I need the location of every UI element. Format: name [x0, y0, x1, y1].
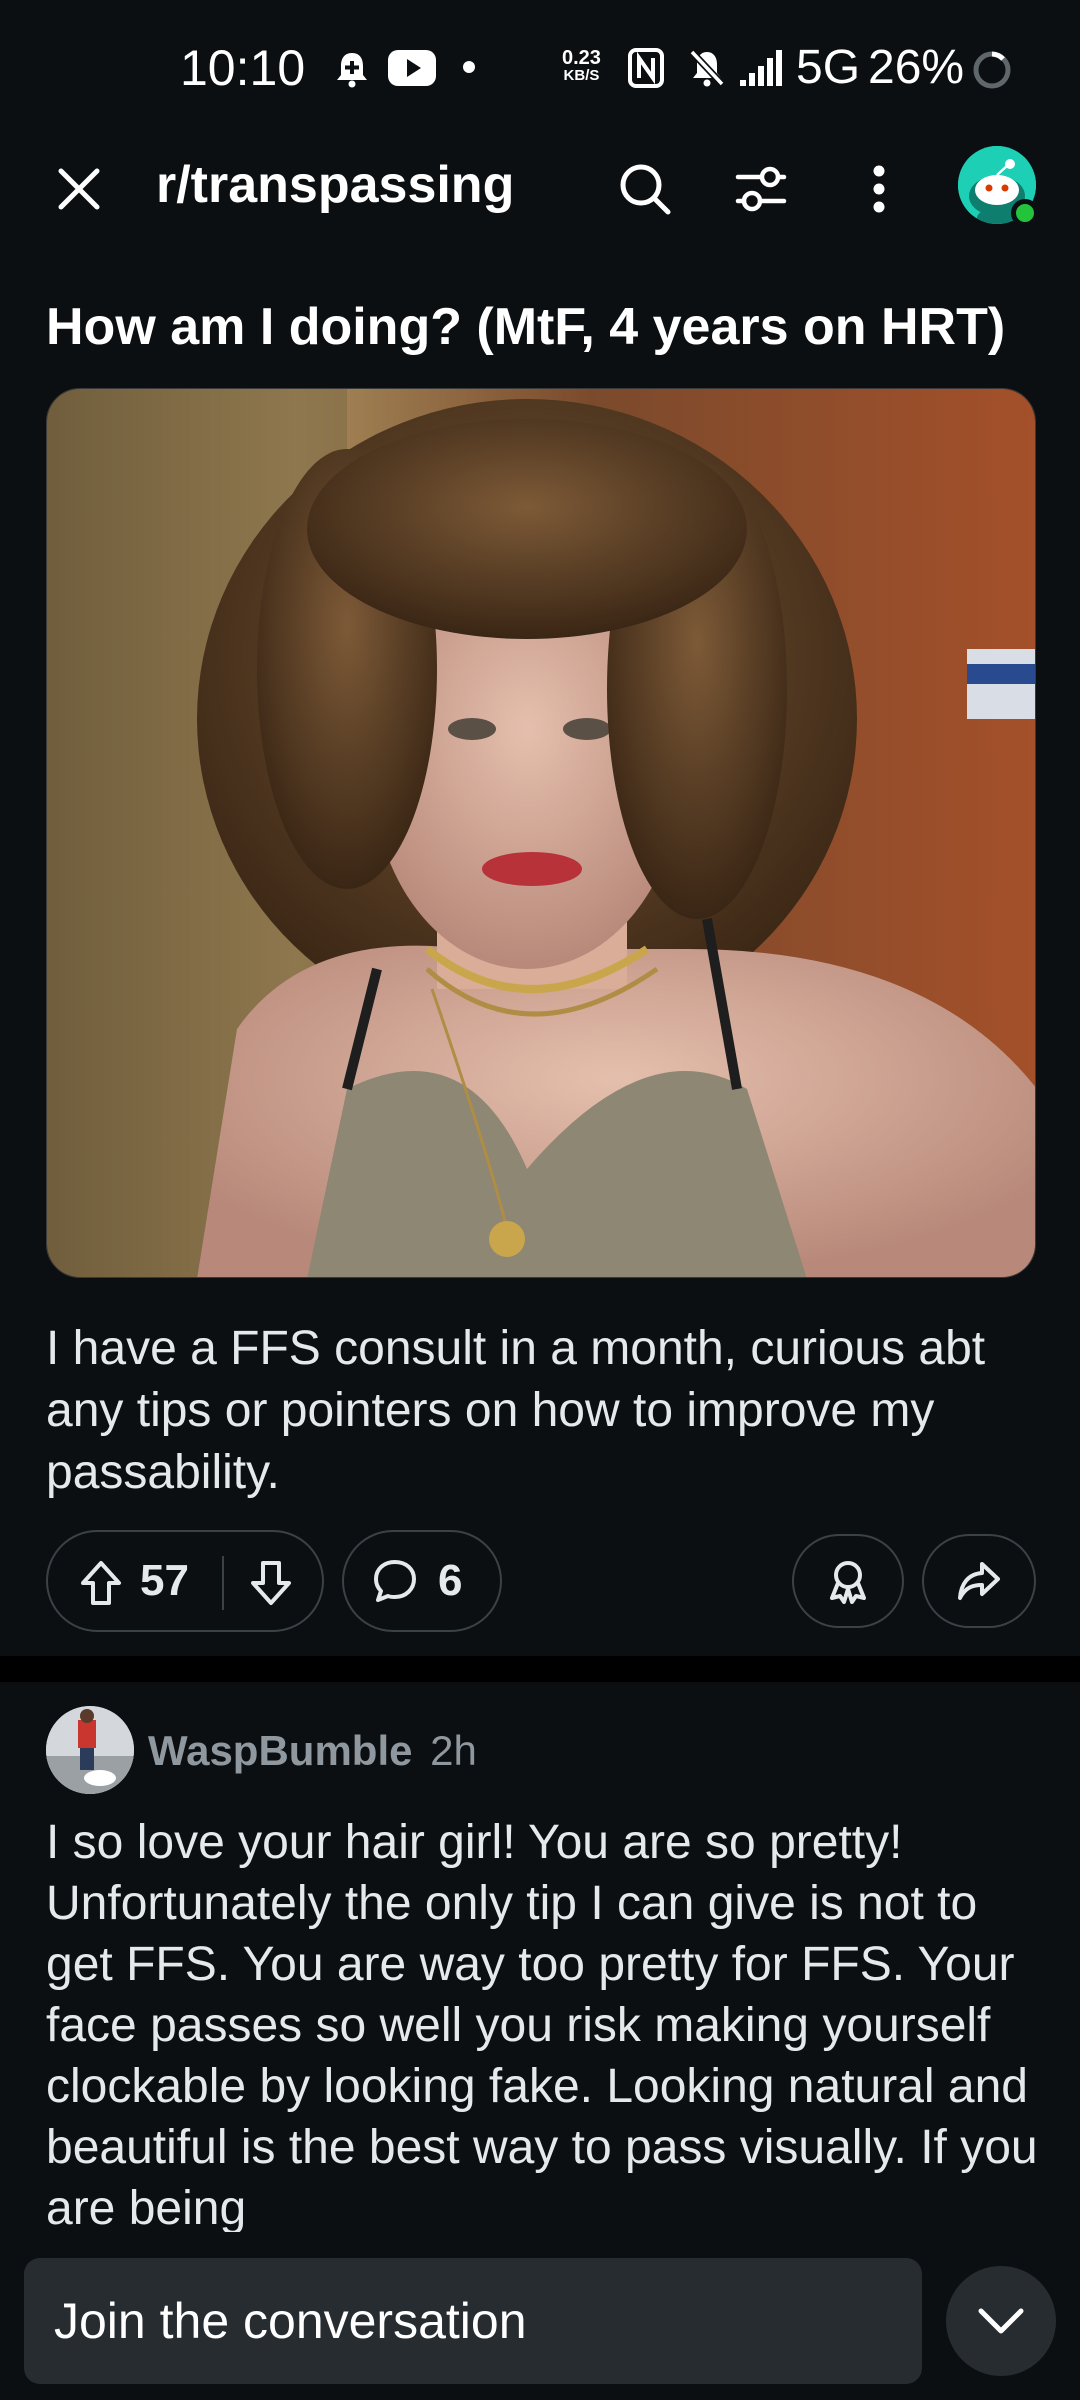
chevron-down-icon: [978, 2308, 1024, 2334]
close-icon: [58, 168, 100, 210]
mute-icon: [689, 49, 725, 87]
notification-alert-icon: [337, 53, 367, 88]
post-body: I have a FFS consult in a month, curious…: [46, 1322, 986, 1499]
share-arrow-icon: [958, 1562, 1000, 1600]
youtube-icon: [388, 50, 436, 86]
downvote-arrow-icon: [251, 1561, 291, 1605]
award-button[interactable]: [792, 1534, 904, 1628]
network-type: 5G: [796, 41, 861, 94]
comment-count: 6: [438, 1556, 463, 1605]
battery-percent: 26%: [868, 41, 965, 94]
status-bar: 10:10 0.23 KB/S 5G 26%: [0, 0, 1080, 130]
comment-bubble-icon: [374, 1560, 416, 1602]
award-icon: [830, 1561, 866, 1604]
bottom-bar: Join the conversation: [0, 2232, 1080, 2400]
filter-icon: [735, 166, 787, 212]
search-icon: [620, 164, 671, 215]
post-image[interactable]: [46, 388, 1036, 1278]
join-conversation-input[interactable]: Join the conversation: [24, 2258, 922, 2384]
online-status-dot: [1011, 199, 1039, 227]
upvote-arrow-icon: [81, 1561, 121, 1605]
comment-time: 2h: [430, 1727, 477, 1774]
more-options-button[interactable]: [842, 152, 916, 226]
status-time: 10:10: [180, 40, 306, 96]
collapse-button[interactable]: [946, 2266, 1056, 2376]
post-photo: [47, 389, 1035, 1277]
network-speed: 0.23 KB/S: [562, 48, 601, 84]
search-button[interactable]: [608, 152, 682, 226]
share-button[interactable]: [922, 1534, 1036, 1628]
close-button[interactable]: [44, 154, 114, 224]
vote-pill: 57: [46, 1530, 324, 1632]
section-divider: [0, 1656, 1080, 1682]
commenter-avatar-image: [46, 1706, 134, 1794]
vote-divider: [222, 1556, 224, 1610]
nfc-icon: [628, 48, 664, 88]
comment-body: I so love your hair girl! You are so pre…: [46, 1816, 1038, 2235]
commenter-avatar[interactable]: [46, 1706, 134, 1794]
comment-meta: WaspBumble 2h: [148, 1725, 477, 1777]
post-title[interactable]: How am I doing? (MtF, 4 years on HRT): [46, 292, 1046, 362]
filter-button[interactable]: [724, 152, 798, 226]
network-speed-unit: KB/S: [563, 67, 600, 84]
upvote-button[interactable]: [72, 1554, 130, 1612]
top-app-bar: r/transpassing: [0, 130, 1080, 240]
downvote-button[interactable]: [242, 1554, 300, 1612]
upvote-count: 57: [140, 1556, 189, 1605]
subreddit-title[interactable]: r/transpassing: [156, 150, 514, 220]
network-speed-value: 0.23: [562, 47, 601, 69]
signal-icon: [740, 50, 782, 86]
more-vertical-icon: [873, 165, 885, 213]
more-notifications-dot-icon: [463, 61, 475, 73]
comment-author[interactable]: WaspBumble: [148, 1727, 412, 1774]
comments-button[interactable]: 6: [342, 1530, 502, 1632]
battery-saver-icon: [973, 51, 1011, 89]
